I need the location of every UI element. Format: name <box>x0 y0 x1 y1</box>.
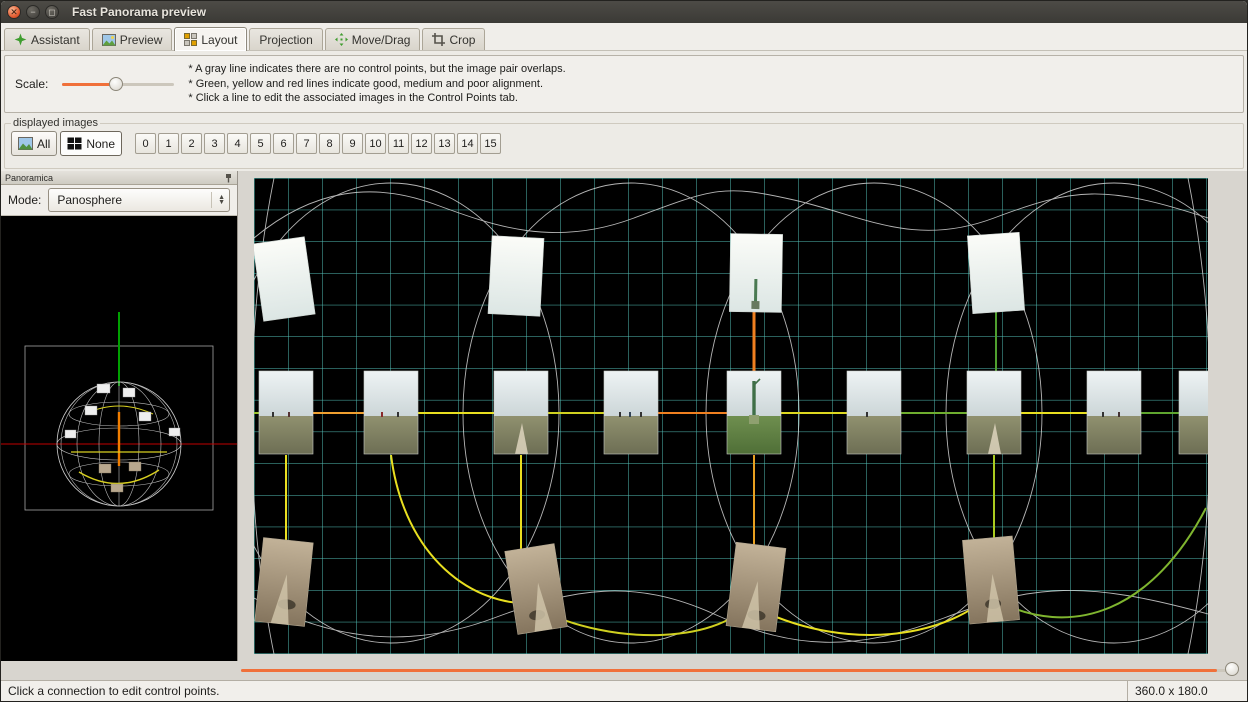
tab-projection[interactable]: Projection <box>249 28 322 50</box>
tab-label: Projection <box>259 33 312 47</box>
main-area: Panoramica Mode: Panosphere ▲▼ <box>1 171 1247 661</box>
image-toggle-14[interactable]: 14 <box>457 133 478 154</box>
image-toggle-2[interactable]: 2 <box>181 133 202 154</box>
all-images-icon <box>18 137 33 150</box>
statue-middle-thumbnail <box>727 371 781 454</box>
layout-canvas[interactable] <box>254 178 1208 654</box>
tabbar: Assistant Preview Layout Projection Move… <box>1 23 1247 51</box>
tab-crop[interactable]: Crop <box>422 28 485 50</box>
displayed-images-frame: displayed images All None 0 1 2 3 4 5 <box>4 117 1244 169</box>
crop-icon <box>432 33 445 46</box>
status-message: Click a connection to edit control point… <box>1 684 1127 698</box>
pano-size: 360.0 x 180.0 <box>1127 681 1247 701</box>
image-toggle-4[interactable]: 4 <box>227 133 248 154</box>
panoramica-title: Panoramica <box>5 173 53 183</box>
help-line: * Green, yellow and red lines indicate g… <box>188 77 565 92</box>
close-button[interactable]: ✕ <box>7 5 21 19</box>
image-toggle-0[interactable]: 0 <box>135 133 156 154</box>
help-line: * A gray line indicates there are no con… <box>188 62 565 77</box>
maximize-button[interactable]: ◻ <box>45 5 59 19</box>
preview-icon <box>102 34 116 46</box>
horizontal-pan-slider[interactable] <box>1 661 1247 680</box>
show-none-button[interactable]: None <box>60 131 122 156</box>
no-images-icon <box>67 137 82 150</box>
pan-slider-knob[interactable] <box>1225 662 1239 676</box>
displayed-images-legend: displayed images <box>11 117 100 129</box>
image-toggle-3[interactable]: 3 <box>204 133 225 154</box>
scale-slider[interactable] <box>62 77 174 91</box>
pin-icon[interactable] <box>224 173 233 183</box>
image-toggle-6[interactable]: 6 <box>273 133 294 154</box>
image-toggle-11[interactable]: 11 <box>388 133 409 154</box>
minimize-button[interactable]: − <box>26 5 40 19</box>
image-toggle-row: 0 1 2 3 4 5 6 7 8 9 10 11 12 13 14 15 <box>135 133 501 154</box>
tab-label: Layout <box>201 33 237 47</box>
image-toggle-5[interactable]: 5 <box>250 133 271 154</box>
titlebar[interactable]: ✕ − ◻ Fast Panorama preview <box>1 1 1247 23</box>
scale-slider-fill <box>62 83 114 86</box>
show-all-button[interactable]: All <box>11 131 57 156</box>
combo-arrows-icon: ▲▼ <box>211 192 225 208</box>
image-toggle-9[interactable]: 9 <box>342 133 363 154</box>
app-window: ✕ − ◻ Fast Panorama preview Assistant Pr… <box>0 0 1248 702</box>
image-toggle-13[interactable]: 13 <box>434 133 455 154</box>
image-toggle-7[interactable]: 7 <box>296 133 317 154</box>
layout-canvas-area <box>238 171 1247 661</box>
tab-label: Move/Drag <box>352 33 411 47</box>
tab-label: Assistant <box>31 33 80 47</box>
mode-select[interactable]: Panosphere ▲▼ <box>48 188 230 212</box>
panosphere-preview[interactable] <box>1 216 237 661</box>
layout-icon <box>184 33 197 46</box>
tab-preview[interactable]: Preview <box>92 28 173 50</box>
tab-layout[interactable]: Layout <box>174 27 247 51</box>
assistant-icon <box>14 33 27 46</box>
mode-row: Mode: Panosphere ▲▼ <box>1 185 237 216</box>
all-label: All <box>37 137 50 151</box>
statusbar: Click a connection to edit control point… <box>1 680 1247 701</box>
help-text: * A gray line indicates there are no con… <box>188 62 565 106</box>
tab-label: Crop <box>449 33 475 47</box>
image-toggle-12[interactable]: 12 <box>411 133 432 154</box>
scale-panel: Scale: * A gray line indicates there are… <box>4 55 1244 113</box>
panoramica-panel: Panoramica Mode: Panosphere ▲▼ <box>1 171 238 661</box>
window-title: Fast Panorama preview <box>72 5 206 19</box>
image-toggle-15[interactable]: 15 <box>480 133 501 154</box>
mode-label: Mode: <box>8 193 41 207</box>
scale-slider-knob[interactable] <box>109 77 123 91</box>
move-drag-icon <box>335 33 348 46</box>
image-toggle-1[interactable]: 1 <box>158 133 179 154</box>
panoramica-header: Panoramica <box>1 171 237 185</box>
tab-assistant[interactable]: Assistant <box>4 28 90 50</box>
mode-value: Panosphere <box>57 193 122 207</box>
image-toggle-8[interactable]: 8 <box>319 133 340 154</box>
image-toggle-10[interactable]: 10 <box>365 133 386 154</box>
tab-label: Preview <box>120 33 163 47</box>
scale-label: Scale: <box>15 77 48 91</box>
none-label: None <box>86 137 115 151</box>
pan-slider-fill <box>241 669 1217 672</box>
help-line: * Click a line to edit the associated im… <box>188 91 565 106</box>
tab-movedrag[interactable]: Move/Drag <box>325 28 421 50</box>
